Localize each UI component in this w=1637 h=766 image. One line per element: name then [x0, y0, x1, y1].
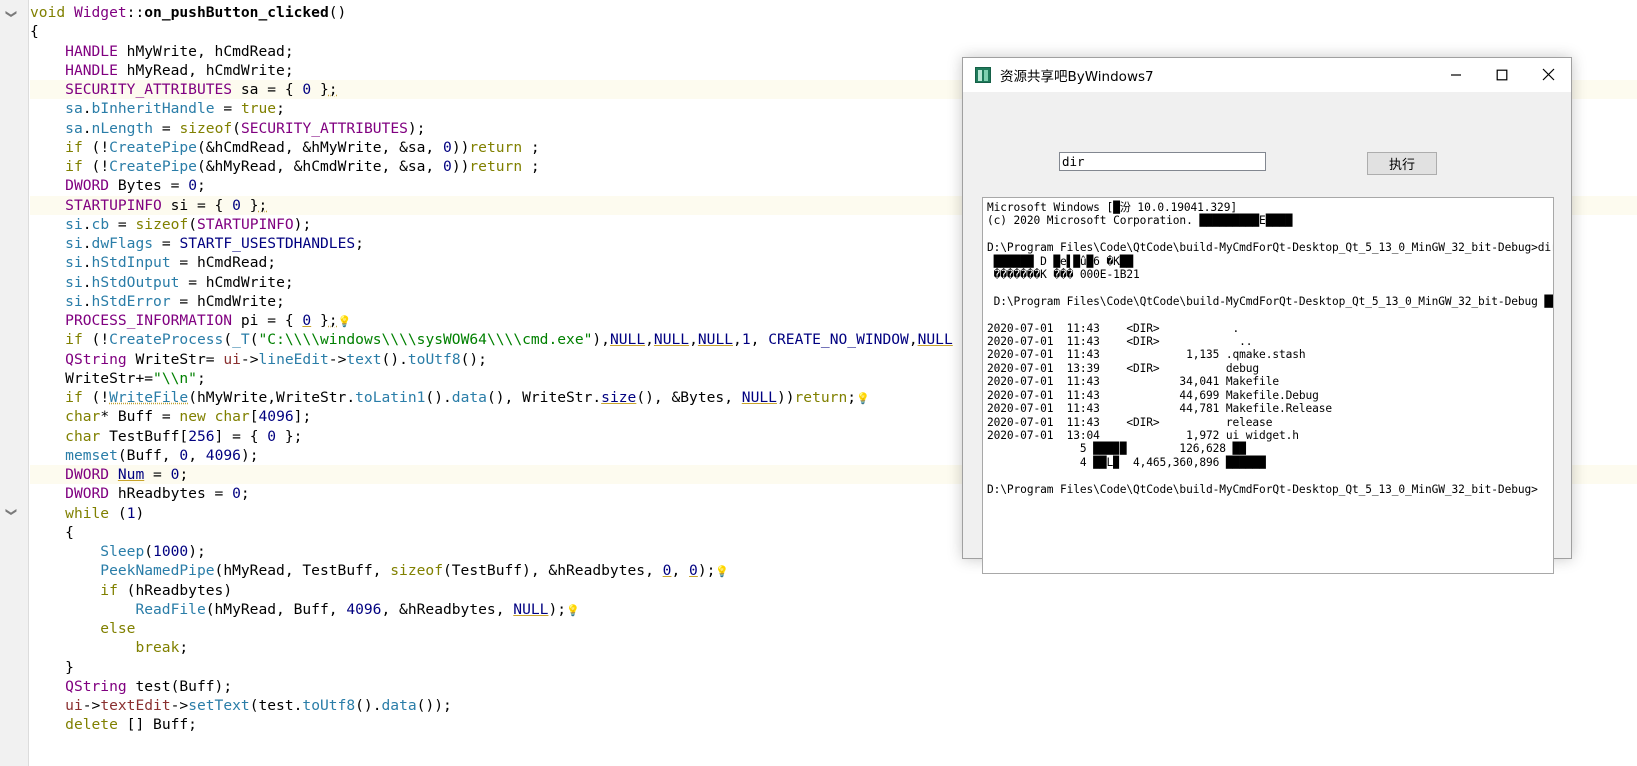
maximize-button[interactable]: [1479, 58, 1525, 91]
code-fold-marker[interactable]: ❯: [4, 505, 18, 519]
minimize-icon: [1451, 73, 1461, 76]
window-titlebar[interactable]: 资源共享吧ByWindows7: [963, 58, 1571, 92]
command-input[interactable]: [1059, 152, 1266, 171]
execute-button[interactable]: 执行: [1367, 152, 1437, 175]
quick-fix-bulb-icon[interactable]: 💡: [338, 315, 352, 328]
window-controls[interactable]: [1433, 58, 1571, 91]
window-client-area: 执行 Microsoft Windows [█汾 10.0.19041.329]…: [963, 92, 1571, 574]
code-line: }: [65, 658, 74, 676]
code-line: if (hReadbytes): [100, 581, 233, 599]
qt-application-window[interactable]: 资源共享吧ByWindows7 执行: [962, 57, 1572, 574]
close-icon: [1542, 68, 1554, 81]
maximize-icon: [1496, 69, 1508, 80]
quick-fix-bulb-icon[interactable]: 💡: [856, 392, 870, 405]
quick-fix-bulb-icon[interactable]: 💡: [566, 604, 580, 617]
minimize-button[interactable]: [1433, 58, 1479, 91]
code-line: ReadFile(hMyRead, Buff, 4096, &hReadbyte…: [135, 600, 580, 618]
quick-fix-bulb-icon[interactable]: 💡: [715, 565, 729, 578]
code-line: QString test(Buff);: [65, 677, 233, 695]
code-line: delete [] Buff;: [65, 716, 197, 734]
close-button[interactable]: [1525, 58, 1571, 91]
console-output-box[interactable]: Microsoft Windows [█汾 10.0.19041.329] (c…: [982, 197, 1554, 574]
code-line: else: [100, 620, 136, 637]
window-title: 资源共享吧ByWindows7: [1000, 68, 1154, 85]
editor-gutter[interactable]: ❯ ❯: [0, 0, 29, 766]
app-icon: [975, 66, 991, 83]
console-output-text: Microsoft Windows [█汾 10.0.19041.329] (c…: [987, 201, 1554, 496]
code-line: {: [30, 23, 39, 41]
code-line: ui->textEdit->setText(test.toUtf8().data…: [65, 697, 452, 714]
code-line: void Widget::on_pushButton_clicked(): [30, 4, 347, 21]
code-line: break;: [135, 639, 189, 657]
code-fold-marker[interactable]: ❯: [4, 7, 18, 21]
